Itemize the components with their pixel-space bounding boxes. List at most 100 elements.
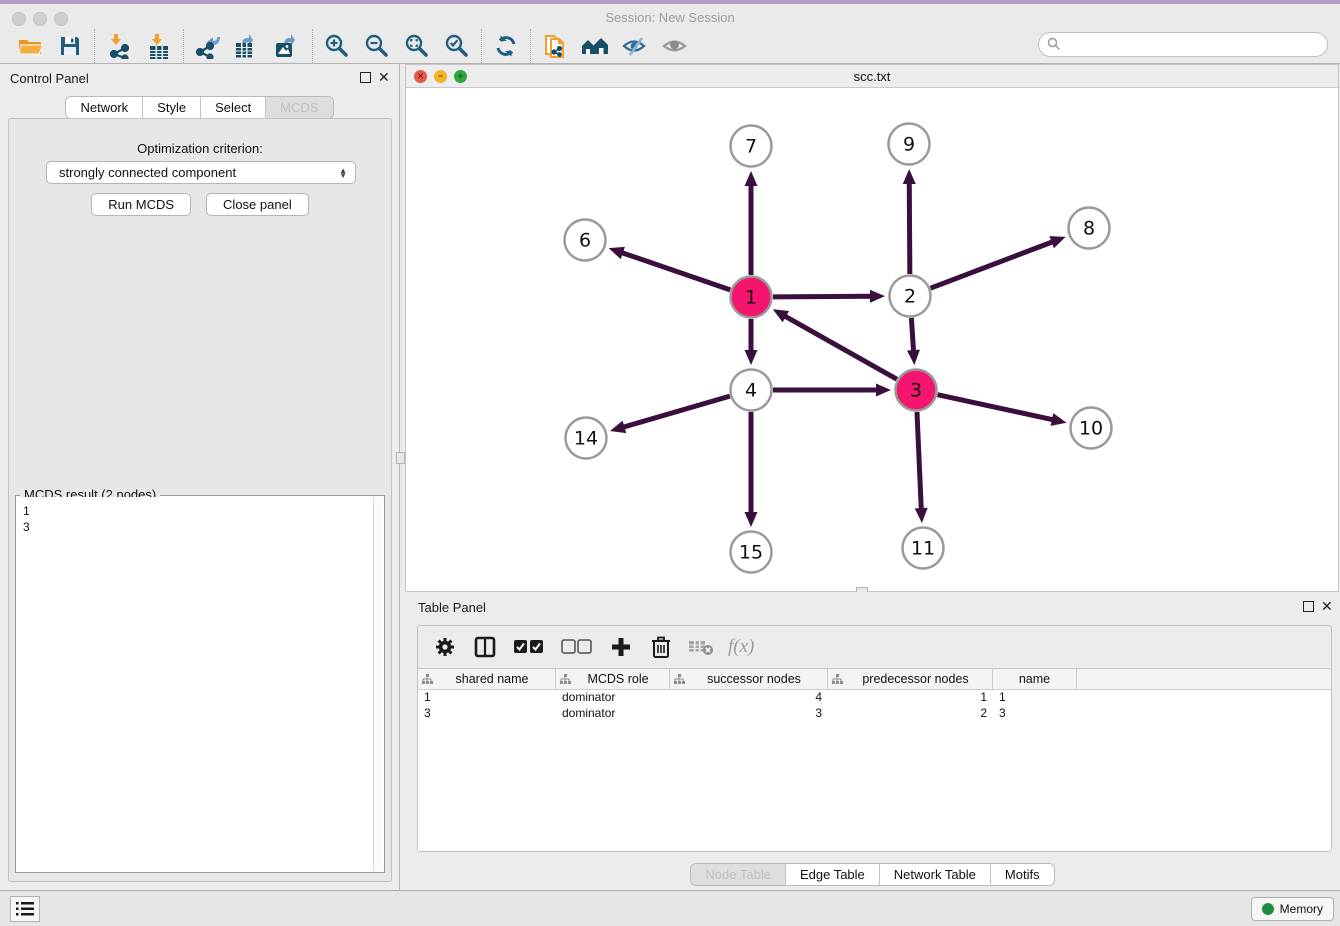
column-header-mcds-role[interactable]: MCDS role [556,669,670,689]
toolbar-separator [312,29,313,63]
eye-icon [661,34,689,58]
tab-style[interactable]: Style [143,97,201,118]
export-table-button[interactable] [228,30,268,62]
close-panel-button[interactable]: Close panel [206,193,309,216]
edge-arrowhead [745,512,758,527]
save-session-button[interactable] [50,30,90,62]
add-column-button[interactable] [608,634,634,660]
edge-2-9[interactable] [909,182,910,274]
column-header-shared-name[interactable]: shared name [418,669,556,689]
mcds-panel: Optimization criterion: strongly connect… [8,118,392,882]
table-row[interactable]: 3 dominator 3 2 3 [418,706,1331,722]
table-close-icon[interactable]: ✕ [1321,598,1333,614]
zoom-out-icon [364,33,390,59]
table-toolbar: f(x) [418,626,1331,668]
tab-network-table[interactable]: Network Table [880,864,991,885]
function-builder-button[interactable]: f(x) [728,636,754,658]
status-bar: Memory [0,890,1340,926]
table-float-icon[interactable] [1303,601,1314,612]
export-network-button[interactable] [188,30,228,62]
main-titlebar: Session: New Session [0,4,1340,28]
split-panel-button[interactable] [472,634,498,660]
column-type-icon [674,674,685,685]
graph-node-label: 14 [574,428,598,450]
tab-motifs[interactable]: Motifs [991,864,1054,885]
table-panel-title: Table Panel [418,600,486,615]
network-canvas[interactable]: 7968124314101511 [406,88,1338,591]
session-title: Session: New Session [0,10,1340,25]
export-table-icon [234,33,262,59]
toolbar-separator [530,29,531,63]
edge-arrowhead [876,384,891,397]
export-image-button[interactable] [268,30,308,62]
edge-4-14[interactable] [622,396,729,427]
table-row[interactable]: 1 dominator 4 1 1 [418,690,1331,706]
refresh-button[interactable] [486,30,526,62]
first-neighbors-button[interactable] [575,30,615,62]
select-all-button[interactable] [512,634,546,660]
vertical-split-handle[interactable] [396,452,405,464]
edge-3-1[interactable] [784,316,897,380]
delete-table-icon [688,638,714,656]
main-toolbar [0,28,1340,64]
edge-1-6[interactable] [621,252,730,290]
tab-network[interactable]: Network [66,97,143,118]
zoom-fit-icon [404,33,430,59]
edge-3-10[interactable] [937,395,1053,420]
memory-button[interactable]: Memory [1251,897,1334,921]
tab-edge-table[interactable]: Edge Table [786,864,880,885]
tab-node-table[interactable]: Node Table [691,864,786,885]
hide-selected-button[interactable] [615,30,655,62]
table-settings-button[interactable] [432,634,458,660]
import-table-button[interactable] [139,30,179,62]
edge-arrowhead [1049,236,1065,248]
open-session-button[interactable] [10,30,50,62]
plus-icon [610,636,632,658]
column-header-successor-nodes[interactable]: successor nodes [670,669,828,689]
graph-node-label: 9 [903,134,915,156]
tab-mcds[interactable]: MCDS [266,97,332,118]
mcds-result-text[interactable]: 1 3 [17,497,373,871]
edge-3-11[interactable] [917,412,921,510]
edge-2-8[interactable] [931,241,1054,288]
column-type-icon [422,674,433,685]
delete-column-button[interactable] [648,634,674,660]
close-panel-icon[interactable]: ✕ [378,69,390,85]
column-header-name[interactable]: name [993,669,1077,689]
edge-arrowhead [870,290,885,303]
zoom-fit-button[interactable] [397,30,437,62]
zoom-out-button[interactable] [357,30,397,62]
search-icon [1047,37,1061,51]
deselect-all-button[interactable] [560,634,594,660]
show-all-button[interactable] [655,30,695,62]
run-mcds-button[interactable]: Run MCDS [91,193,191,216]
clone-network-icon [542,32,568,60]
zoom-in-button[interactable] [317,30,357,62]
task-history-button[interactable] [10,896,40,922]
float-panel-icon[interactable] [360,72,371,83]
graph-node-label: 15 [739,542,763,564]
network-titlebar[interactable]: ✕ − + scc.txt [406,65,1338,88]
zoom-selected-button[interactable] [437,30,477,62]
tab-select[interactable]: Select [201,97,266,118]
node-table: shared name MCDS role successor nodes pr… [418,668,1331,851]
edge-1-2[interactable] [773,296,872,297]
optimization-criterion-label: Optimization criterion: [9,141,391,156]
result-scrollbar[interactable] [373,497,383,871]
edge-arrowhead [610,421,626,433]
table-panel: Table Panel ✕ [405,592,1340,890]
clone-network-button[interactable] [535,30,575,62]
edge-arrowhead [745,171,758,186]
edge-arrowhead [609,247,625,259]
graph-node-label: 2 [904,286,916,308]
import-network-button[interactable] [99,30,139,62]
edge-2-3[interactable] [911,318,913,352]
search-input[interactable] [1038,32,1328,57]
save-icon [58,34,82,58]
application-window: Session: New Session [0,0,1340,926]
delete-table-button[interactable] [688,634,714,660]
column-header-predecessor-nodes[interactable]: predecessor nodes [828,669,993,689]
import-table-icon [146,33,172,59]
graph-node-label: 3 [910,380,922,402]
criterion-dropdown[interactable]: strongly connected component ▲▼ [46,161,356,184]
